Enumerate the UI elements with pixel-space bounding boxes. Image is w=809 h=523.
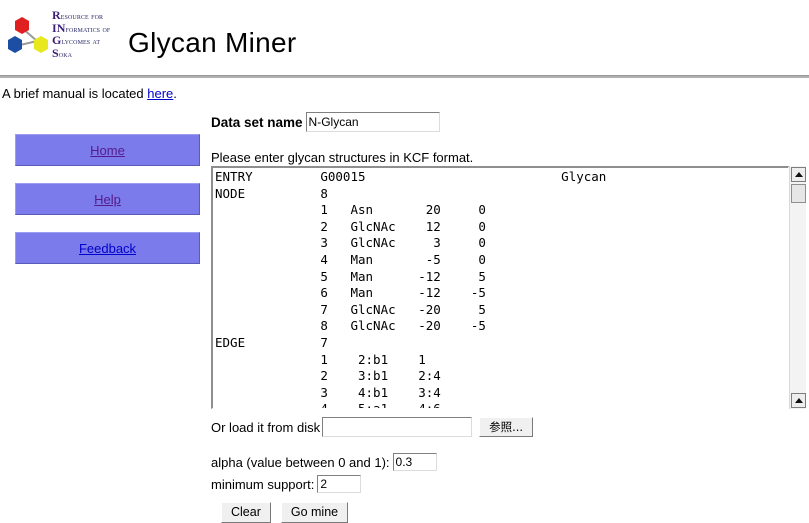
dataset-name-row: Data set name [211,112,440,132]
sidebar-item-label: Help [94,191,121,207]
minimum-support-input[interactable] [317,475,362,493]
sidebar-item-feedback[interactable]: Feedback [15,232,200,264]
logo-line: INformatics of [52,20,111,35]
manual-notice-prefix: A brief manual is located [2,86,148,101]
browse-button[interactable]: 参照... [479,417,534,437]
minimum-support-label: minimum support: [211,476,315,492]
minimum-support-row: minimum support: [211,475,362,493]
manual-link[interactable]: here [147,86,173,101]
logo-wordmark: Resource for INformatics of Glycomes at … [52,9,132,60]
sidebar-item-label: Feedback [78,240,137,256]
page-title: Glycan Miner [128,27,297,58]
clear-button[interactable]: Clear [221,502,271,523]
sidebar-item-label: Home [90,142,125,158]
go-mine-button[interactable]: Go mine [280,502,349,523]
file-path-input[interactable] [322,417,473,437]
scroll-down-button[interactable] [791,393,806,408]
alpha-label: alpha (value between 0 and 1): [211,454,390,470]
glycan-hexagons-icon [8,17,48,53]
dataset-name-label: Data set name [211,115,303,130]
alpha-input[interactable] [392,453,437,471]
triangle-up-icon [794,398,803,403]
logo-line: Glycomes at [52,33,101,47]
scrollbar-thumb[interactable] [791,184,806,203]
site-logo: Resource for INformatics of Glycomes at … [4,9,126,65]
manual-notice: A brief manual is located here. [2,86,177,101]
file-upload-row: Or load it from disk 参照... [211,417,534,437]
manual-notice-suffix: . [173,86,177,101]
page-header: Resource for INformatics of Glycomes at … [0,0,809,78]
form-actions: Clear Go mine [221,502,358,523]
kcf-input-area: ENTRY G00015 Glycan NODE 8 1 Asn 20 0 2 … [211,166,806,409]
triangle-up-icon [794,172,803,177]
file-upload-label: Or load it from disk [211,419,321,435]
alpha-row: alpha (value between 0 and 1): [211,453,437,471]
kcf-instruction-text: Please enter glycan structures in KCF fo… [211,150,474,165]
sidebar-item-help[interactable]: Help [15,183,200,215]
sidebar-nav: Home Help Feedback [15,134,200,281]
scroll-up-button[interactable] [791,167,806,182]
kcf-vertical-scrollbar[interactable] [789,166,806,409]
kcf-textarea[interactable]: ENTRY G00015 Glycan NODE 8 1 Asn 20 0 2 … [211,166,789,409]
logo-line: Soka [52,45,73,60]
dataset-name-input[interactable] [305,112,440,132]
header-divider [0,75,809,78]
sidebar-item-home[interactable]: Home [15,134,200,166]
